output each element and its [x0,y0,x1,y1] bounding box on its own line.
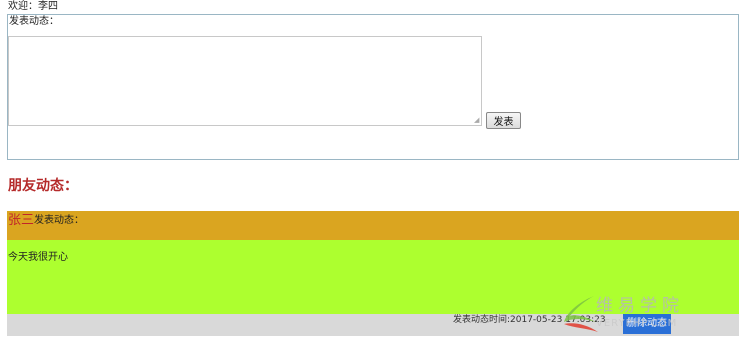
post-footer: 发表动态时间:2017-05-23 17:03:23 删除动态 [7,314,739,336]
compose-panel: 发表动态： ◢ 发表 [7,14,739,160]
resize-grip-icon[interactable]: ◢ [474,117,481,124]
post-content: 今天我很开心 [8,252,68,263]
publish-button[interactable]: 发表 [486,112,521,129]
post-body: 今天我很开心 [7,240,739,314]
post-timestamp: 发表动态时间:2017-05-23 17:03:23 [453,315,606,325]
post-header: 张三 发表动态： [7,211,739,240]
welcome-text: 欢迎：李四 [8,1,58,12]
compose-textarea[interactable] [8,36,482,126]
page: 欢迎：李四 发表动态： ◢ 发表 朋友动态： 张三 发表动态： 今天我很开心 发… [0,0,750,348]
friends-feed-heading: 朋友动态： [8,178,78,194]
post-action-label: 发表动态： [34,215,84,226]
post-author: 张三 [8,213,35,228]
delete-post-link[interactable]: 删除动态 [623,314,671,334]
compose-label: 发表动态： [9,16,59,27]
